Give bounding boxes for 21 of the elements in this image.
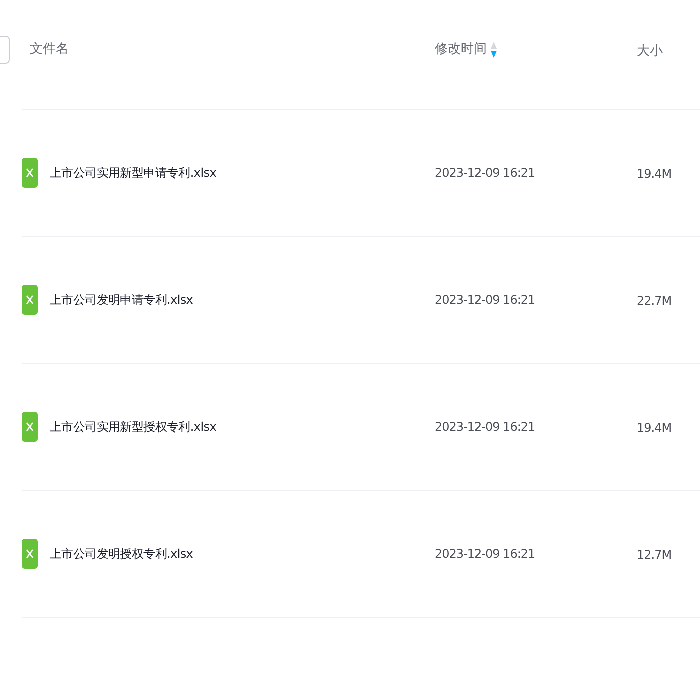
modified-time: 2023-12-09 16:21 [435,419,536,436]
column-header[interactable]: 大小 [637,44,663,58]
spreadsheet-file-icon [22,412,38,442]
file-name[interactable]: 上市公司实用新型授权专利.xlsx [50,418,217,436]
file-size: 19.4M [637,421,672,435]
modified-time: 2023-12-09 16:21 [435,292,536,309]
modified-time: 2023-12-09 16:21 [435,165,536,182]
file-name[interactable]: 上市公司发明授权专利.xlsx [50,545,194,563]
modified-time: 2023-12-09 16:21 [435,546,536,563]
checkbox[interactable] [0,36,10,64]
column-header[interactable]: 文件名 [30,40,69,60]
file-name[interactable]: 上市公司发明申请专利.xlsx [50,291,194,309]
file-size: 22.7M [637,294,672,308]
column-header[interactable]: 修改时间 [435,40,487,60]
spreadsheet-file-icon [22,539,38,569]
spreadsheet-file-icon [22,285,38,315]
sort-icon[interactable] [491,42,497,58]
file-name[interactable]: 上市公司实用新型申请专利.xlsx [50,164,217,182]
file-size: 12.7M [637,548,672,562]
file-size: 19.4M [637,167,672,181]
spreadsheet-file-icon [22,158,38,188]
